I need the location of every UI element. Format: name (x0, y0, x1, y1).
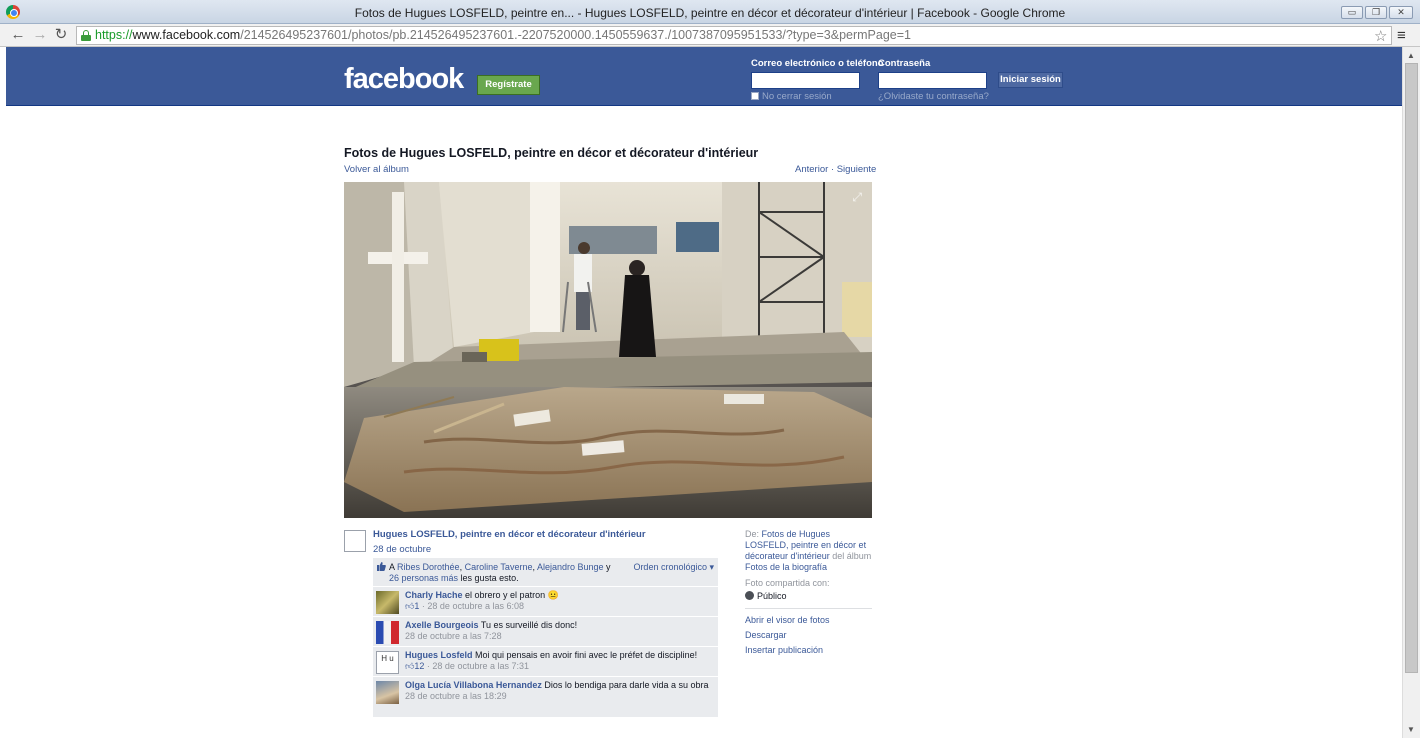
web-page: facebook Regístrate Correo electrónico o… (6, 47, 1402, 738)
likes-suffix: les gusta esto. (458, 573, 519, 583)
commenter-avatar[interactable]: H u (376, 651, 399, 674)
comment-author-link[interactable]: Olga Lucía Villabona Hernandez (405, 680, 542, 690)
others-likes-link[interactable]: 26 personas más (389, 573, 458, 583)
comment-time[interactable]: · 28 de octubre a las 7:31 (424, 661, 529, 671)
commenter-avatar[interactable] (376, 621, 399, 644)
keep-logged-in-label: No cerrar sesión (762, 91, 832, 102)
comment-like-thumb-icon: 👍︎ (405, 601, 415, 611)
timeline-photos-link[interactable]: Fotos de la biografía (745, 562, 827, 572)
comment: Olga Lucía Villabona Hernandez Dios lo b… (373, 677, 718, 718)
keep-logged-in-checkbox[interactable] (751, 92, 759, 100)
embed-post-link[interactable]: Insertar publicación (745, 645, 872, 656)
comment-text: Tu es surveillé dis donc! (478, 620, 578, 630)
register-button[interactable]: Regístrate (477, 75, 540, 95)
commenter-avatar[interactable] (376, 681, 399, 704)
audience: Público (745, 591, 872, 602)
vertical-scrollbar[interactable]: ▲ ▼ (1402, 47, 1420, 738)
comment-time[interactable]: 28 de octubre a las 7:28 (405, 631, 502, 641)
restore-icon[interactable]: ❐ (1365, 6, 1387, 19)
url-scheme: https:// (95, 28, 133, 42)
previous-link[interactable]: Anterior (795, 164, 828, 175)
photo-image (344, 182, 872, 518)
comment: Axelle Bourgeois Tu es surveillé dis don… (373, 617, 718, 647)
shared-with-label: Foto compartida con: (745, 578, 830, 588)
scroll-up-icon[interactable]: ▲ (1407, 51, 1415, 60)
browser-toolbar: ← → ↻ https://www.facebook.com/214526495… (0, 24, 1420, 47)
page-avatar[interactable] (344, 530, 366, 552)
window-title: Fotos de Hugues LOSFELD, peintre en... -… (354, 6, 1066, 20)
email-field[interactable] (751, 72, 860, 89)
liker-link[interactable]: Caroline Taverne (465, 562, 533, 572)
comment-author-link[interactable]: Hugues Losfeld (405, 650, 473, 660)
page-title: Fotos de Hugues LOSFELD, peintre en déco… (344, 146, 759, 160)
bookmark-star-icon[interactable]: ☆ (1374, 27, 1387, 45)
photo-pagination: Anterior · Siguiente (795, 164, 876, 175)
forgot-password-link[interactable]: ¿Olvidaste tu contraseña? (878, 91, 989, 102)
login-button[interactable]: Iniciar sesión (998, 72, 1063, 88)
keep-logged-in[interactable]: No cerrar sesión (751, 91, 832, 102)
liker-link[interactable]: Alejandro Bunge (537, 562, 604, 572)
next-link[interactable]: Siguiente (837, 164, 877, 175)
url-path: /214526495237601/photos/pb.2145264952376… (240, 28, 911, 42)
sidebar-divider (745, 608, 872, 609)
open-photo-viewer-link[interactable]: Abrir el visor de fotos (745, 615, 872, 626)
reload-icon[interactable]: ↻ (52, 26, 70, 44)
scrollbar-thumb[interactable] (1405, 63, 1418, 673)
comment-like-count[interactable]: 12 (414, 661, 424, 671)
pagination-separator: · (828, 164, 837, 175)
album-connector: del álbum (829, 551, 872, 561)
photo-sidebar: De: Fotos de Hugues LOSFELD, peintre en … (745, 529, 872, 656)
forward-icon[interactable]: → (31, 26, 49, 44)
comment-text: Moi qui pensais en avoir fini avec le pr… (472, 650, 698, 660)
main-photo[interactable]: ⤢ (344, 182, 872, 518)
likes-connector: y (603, 562, 611, 572)
back-to-album-link[interactable]: Volver al álbum (344, 164, 409, 175)
globe-icon (745, 591, 754, 600)
comment-time[interactable]: 28 de octubre a las 18:29 (405, 691, 507, 701)
commenter-avatar[interactable] (376, 591, 399, 614)
back-icon[interactable]: ← (9, 26, 27, 44)
like-thumb-icon (376, 561, 386, 574)
comment-author-link[interactable]: Charly Hache (405, 590, 463, 600)
comment-author-link[interactable]: Axelle Bourgeois (405, 620, 479, 630)
password-field[interactable] (878, 72, 987, 89)
comment-like-thumb-icon: 👍︎ (405, 661, 415, 671)
close-icon[interactable]: ✕ (1389, 6, 1413, 19)
browser-window: Fotos de Hugues LOSFELD, peintre en... -… (0, 0, 1420, 738)
audience-label: Público (757, 591, 787, 601)
likes-prefix: A (389, 562, 398, 572)
password-label: Contraseña (878, 58, 931, 69)
comment-text: el obrero y el patron 😐 (462, 590, 559, 600)
likes-summary: A Ribes Dorothée, Caroline Taverne, Alej… (373, 558, 718, 587)
post-date-link[interactable]: 28 de octubre (373, 544, 431, 555)
email-label: Correo electrónico o teléfono (751, 58, 884, 69)
minimize-icon[interactable]: ▭ (1341, 6, 1363, 19)
address-bar[interactable]: https://www.facebook.com/214526495237601… (76, 26, 1392, 45)
chrome-menu-icon[interactable]: ≡ (1397, 27, 1406, 44)
post-owner-link[interactable]: Hugues LOSFELD, peintre en décor et déco… (373, 529, 646, 540)
order-dropdown[interactable]: Orden cronológico ▾ (633, 562, 714, 573)
url-host: www.facebook.com (132, 28, 241, 42)
facebook-logo[interactable]: facebook (344, 63, 464, 96)
facebook-header: facebook Regístrate Correo electrónico o… (6, 47, 1402, 106)
comment-time[interactable]: · 28 de octubre a las 6:08 (419, 601, 524, 611)
comment-text: Dios lo bendiga para darle vida a su obr… (541, 680, 709, 690)
download-link[interactable]: Descargar (745, 630, 872, 641)
title-bar: Fotos de Hugues LOSFELD, peintre en... -… (0, 0, 1420, 24)
lock-icon (81, 30, 91, 41)
from-label: De: (745, 529, 762, 539)
scroll-down-icon[interactable]: ▼ (1407, 725, 1415, 734)
liker-link[interactable]: Ribes Dorothée (397, 562, 460, 572)
comment: Charly Hache el obrero y el patron 😐 👍︎1… (373, 587, 718, 617)
expand-icon[interactable]: ⤢ (852, 190, 862, 205)
comments-panel: A Ribes Dorothée, Caroline Taverne, Alej… (373, 558, 718, 718)
comment: H u Hugues Losfeld Moi qui pensais en av… (373, 647, 718, 677)
album-info: De: Fotos de Hugues LOSFELD, peintre en … (745, 529, 872, 573)
